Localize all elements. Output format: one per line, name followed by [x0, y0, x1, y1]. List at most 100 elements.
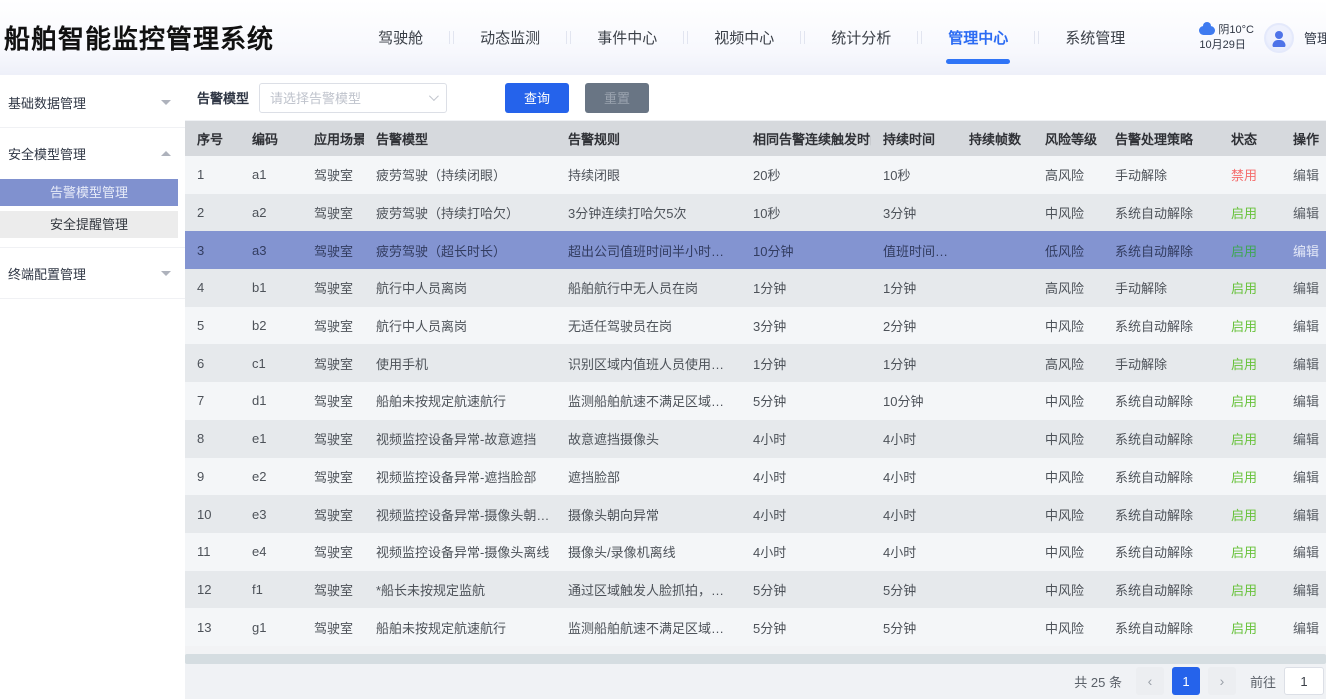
cell-status: 启用	[1219, 231, 1281, 269]
cell-rule: 遮挡脸部	[556, 458, 741, 496]
prev-page-button[interactable]: ‹	[1136, 667, 1164, 695]
cell-duration: 4小时	[871, 533, 957, 571]
cell-frames	[957, 458, 1033, 496]
table-row-13[interactable]: 13g1驾驶室船舶未按规定航速航行监测船舶航速不满足区域航速限制规定5分钟5分钟…	[185, 608, 1326, 646]
cell-index: 4	[185, 269, 240, 307]
cell-action[interactable]: 编辑	[1281, 344, 1326, 382]
sidebar-item-2-2[interactable]: 安全提醒管理	[0, 211, 178, 238]
chevron-left-icon: ‹	[1148, 673, 1153, 689]
cell-risk: 中风险	[1033, 571, 1103, 609]
nav-item-4[interactable]: 视频中心	[714, 17, 774, 58]
cell-model: 使用手机	[364, 344, 556, 382]
sidebar-group-header-3[interactable]: 终端配置管理	[0, 252, 185, 294]
chevron-down-icon	[429, 91, 439, 101]
cell-action[interactable]: 编辑	[1281, 458, 1326, 496]
table-row-3[interactable]: 3a3驾驶室疲劳驾驶（超长时长）超出公司值班时间半小时未按规定交接10分钟值班时…	[185, 231, 1326, 269]
cell-rule: 通过区域触发人脸抓拍，对船长身份...	[556, 571, 741, 609]
sidebar-group-header-2[interactable]: 安全模型管理	[0, 132, 185, 174]
cell-rule: 监测船舶航速不满足区域航速限制规定	[556, 608, 741, 646]
nav-item-7[interactable]: 系统管理	[1065, 17, 1125, 58]
cell-index: 12	[185, 571, 240, 609]
cell-status: 启用	[1219, 382, 1281, 420]
horizontal-scrollbar[interactable]	[185, 654, 1326, 664]
query-button[interactable]: 查询	[505, 83, 569, 113]
cell-scene: 驾驶室	[302, 608, 364, 646]
reset-button[interactable]: 重置	[585, 83, 649, 113]
cell-risk: 中风险	[1033, 382, 1103, 420]
table-row-7[interactable]: 7d1驾驶室船舶未按规定航速航行监测船舶航速不满足区域航速限制规定5分钟10分钟…	[185, 382, 1326, 420]
nav-item-1[interactable]: 驾驶舱	[378, 17, 423, 58]
cell-scene: 驾驶室	[302, 156, 364, 194]
cell-action[interactable]: 编辑	[1281, 571, 1326, 609]
cell-duration: 2分钟	[871, 307, 957, 345]
cell-status: 启用	[1219, 344, 1281, 382]
cell-model: 视频监控设备异常-故意遮挡	[364, 420, 556, 458]
nav-item-3[interactable]: 事件中心	[597, 17, 657, 58]
cell-action[interactable]: 编辑	[1281, 420, 1326, 458]
table-row-1[interactable]: 1a1驾驶室疲劳驾驶（持续闭眼）持续闭眼20秒10秒高风险手动解除禁用编辑	[185, 156, 1326, 194]
table-row-11[interactable]: 11e4驾驶室视频监控设备异常-摄像头离线摄像头/录像机离线4小时4小时中风险系…	[185, 533, 1326, 571]
cell-strategy: 手动解除	[1103, 344, 1219, 382]
cell-frames	[957, 382, 1033, 420]
table-row-12[interactable]: 12f1驾驶室*船长未按规定监航通过区域触发人脸抓拍，对船长身份...5分钟5分…	[185, 571, 1326, 609]
table-row-4[interactable]: 4b1驾驶室航行中人员离岗船舶航行中无人员在岗1分钟1分钟高风险手动解除启用编辑	[185, 269, 1326, 307]
table-row-9[interactable]: 9e2驾驶室视频监控设备异常-遮挡脸部遮挡脸部4小时4小时中风险系统自动解除启用…	[185, 458, 1326, 496]
next-page-button[interactable]: ›	[1208, 667, 1236, 695]
nav-item-2[interactable]: 动态监测	[480, 17, 540, 58]
column-header-4: 告警模型	[364, 121, 556, 156]
cell-risk: 中风险	[1033, 458, 1103, 496]
cell-action[interactable]: 编辑	[1281, 382, 1326, 420]
cell-action[interactable]: 编辑	[1281, 495, 1326, 533]
cell-interval: 1分钟	[741, 344, 871, 382]
cell-status: 禁用	[1219, 156, 1281, 194]
goto-label: 前往	[1250, 672, 1276, 691]
goto-page-input[interactable]	[1284, 667, 1324, 695]
cell-action[interactable]: 编辑	[1281, 194, 1326, 232]
main-nav: 驾驶舱 动态监测 事件中心 视频中心 统计分析 管理中心 系统管理	[304, 17, 1199, 58]
cell-risk: 中风险	[1033, 495, 1103, 533]
cloud-icon	[1199, 26, 1215, 35]
cell-strategy: 手动解除	[1103, 269, 1219, 307]
table-row-2[interactable]: 2a2驾驶室疲劳驾驶（持续打哈欠）3分钟连续打哈欠5次10秒3分钟中风险系统自动…	[185, 194, 1326, 232]
cell-action[interactable]: 编辑	[1281, 608, 1326, 646]
weather-condition: 阴10°C	[1218, 23, 1254, 38]
select-placeholder: 请选择告警模型	[270, 88, 361, 107]
sidebar-group-label: 终端配置管理	[8, 264, 86, 283]
cell-duration: 1分钟	[871, 269, 957, 307]
cell-code: g1	[240, 608, 302, 646]
table-tail	[185, 646, 1326, 654]
nav-item-5[interactable]: 统计分析	[831, 17, 891, 58]
table-row-8[interactable]: 8e1驾驶室视频监控设备异常-故意遮挡故意遮挡摄像头4小时4小时中风险系统自动解…	[185, 420, 1326, 458]
table-row-5[interactable]: 5b2驾驶室航行中人员离岗无适任驾驶员在岗3分钟2分钟中风险系统自动解除启用编辑	[185, 307, 1326, 345]
app-title: 船舶智能监控管理系统	[0, 19, 274, 56]
table-row-6[interactable]: 6c1驾驶室使用手机识别区域内值班人员使用手机1分钟1分钟高风险手动解除启用编辑	[185, 344, 1326, 382]
cell-frames	[957, 495, 1033, 533]
cell-duration: 4小时	[871, 420, 957, 458]
cell-code: d1	[240, 382, 302, 420]
cell-scene: 驾驶室	[302, 458, 364, 496]
cell-action[interactable]: 编辑	[1281, 156, 1326, 194]
cell-rule: 故意遮挡摄像头	[556, 420, 741, 458]
cell-frames	[957, 269, 1033, 307]
cell-action[interactable]: 编辑	[1281, 307, 1326, 345]
column-header-3: 应用场景	[302, 121, 364, 156]
cell-action[interactable]: 编辑	[1281, 533, 1326, 571]
nav-item-6[interactable]: 管理中心	[948, 17, 1008, 58]
table-row-10[interactable]: 10e3驾驶室视频监控设备异常-摄像头朝向异常摄像头朝向异常4小时4小时中风险系…	[185, 495, 1326, 533]
cell-strategy: 系统自动解除	[1103, 571, 1219, 609]
column-header-2: 编码	[240, 121, 302, 156]
cell-duration: 4小时	[871, 458, 957, 496]
cell-action[interactable]: 编辑	[1281, 231, 1326, 269]
cell-index: 1	[185, 156, 240, 194]
page-number-1[interactable]: 1	[1172, 667, 1200, 695]
user-avatar[interactable]	[1264, 23, 1294, 53]
sidebar-item-2-1[interactable]: 告警模型管理	[0, 179, 178, 206]
alarm-model-select[interactable]: 请选择告警模型	[259, 83, 447, 113]
cell-action[interactable]: 编辑	[1281, 269, 1326, 307]
total-count: 共 25 条	[1074, 672, 1122, 691]
cell-risk: 高风险	[1033, 344, 1103, 382]
sidebar-group-header-1[interactable]: 基础数据管理	[0, 81, 185, 123]
cell-strategy: 手动解除	[1103, 156, 1219, 194]
cell-rule: 识别区域内值班人员使用手机	[556, 344, 741, 382]
weather-date: 10月29日	[1199, 38, 1254, 53]
